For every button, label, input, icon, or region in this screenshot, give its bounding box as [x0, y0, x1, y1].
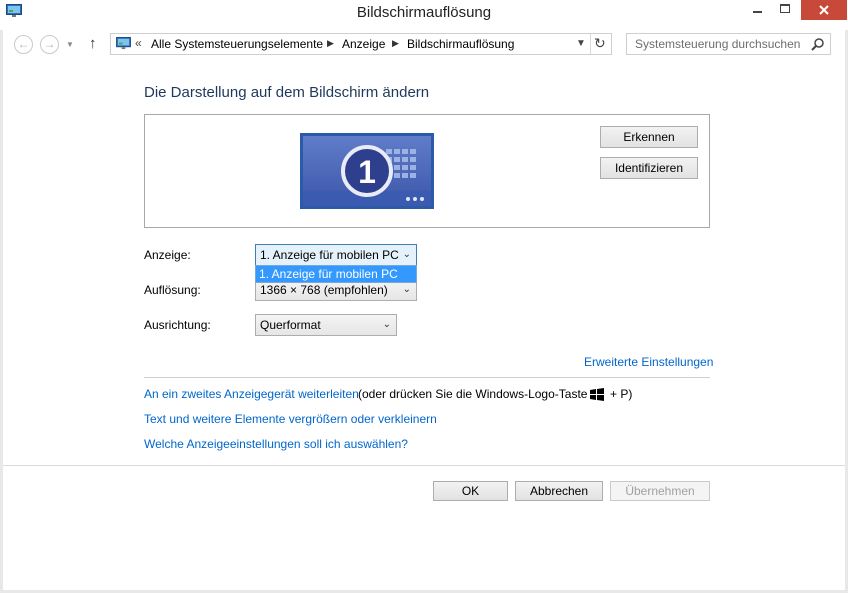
detect-button[interactable]: Erkennen — [600, 126, 698, 148]
orientation-select[interactable]: Querformat ⌄ — [255, 314, 397, 336]
window-title: Bildschirmauflösung — [356, 4, 492, 21]
breadcrumb-display[interactable]: Anzeige — [342, 37, 385, 51]
advanced-settings-link[interactable]: Erweiterte Einstellungen — [584, 355, 713, 369]
address-dropdown-icon[interactable]: ▼ — [576, 38, 586, 49]
window-frame-left — [0, 30, 3, 593]
display-select[interactable]: 1. Anzeige für mobilen PC ⌄ — [255, 244, 417, 266]
recent-locations-button[interactable]: ▼ — [66, 40, 74, 49]
second-display-hint-tail: + P) — [610, 387, 633, 401]
minimize-button[interactable] — [744, 0, 771, 20]
chevron-right-icon[interactable]: ▶ — [392, 38, 399, 49]
address-bar[interactable]: « Alle Systemsteuerungselemente ▶ Anzeig… — [110, 33, 612, 55]
control-panel-icon — [116, 37, 131, 50]
chevron-right-icon[interactable]: ▶ — [327, 38, 334, 49]
breadcrumb-all-items[interactable]: Alle Systemsteuerungselemente — [151, 37, 323, 51]
search-input[interactable]: Systemsteuerung durchsuchen — [626, 33, 831, 55]
arrow-up-icon: ↑ — [89, 35, 97, 52]
page-title: Die Darstellung auf dem Bildschirm änder… — [144, 84, 430, 101]
breadcrumb-overflow[interactable]: « — [135, 36, 142, 50]
display-label: Anzeige: — [144, 248, 191, 262]
which-settings-link[interactable]: Welche Anzeigeeinstellungen soll ich aus… — [144, 437, 408, 451]
resolution-select-value: 1366 × 768 (empfohlen) — [260, 283, 388, 297]
chevron-down-icon: ⌄ — [402, 249, 411, 260]
monitor-1-icon[interactable]: 1 — [300, 133, 434, 209]
up-button[interactable]: ↑ — [89, 35, 97, 52]
display-dropdown-list: 1. Anzeige für mobilen PC — [255, 265, 417, 283]
cancel-button[interactable]: Abbrechen — [515, 481, 603, 501]
forward-button[interactable]: → — [40, 35, 59, 54]
ok-button[interactable]: OK — [433, 481, 508, 501]
title-bar: Bildschirmauflösung — [0, 0, 848, 30]
breadcrumb-resolution[interactable]: Bildschirmauflösung — [407, 37, 514, 51]
windows-logo-icon — [590, 388, 604, 401]
refresh-icon[interactable]: ↻ — [594, 35, 606, 52]
second-display-link[interactable]: An ein zweites Anzeigegerät weiterleiten — [144, 387, 359, 401]
text-size-link[interactable]: Text und weitere Elemente vergrößern ode… — [144, 412, 437, 426]
chevron-down-icon: ⌄ — [382, 319, 391, 330]
chevron-down-icon: ▼ — [66, 40, 74, 49]
footer-divider — [3, 465, 845, 466]
identify-button[interactable]: Identifizieren — [600, 157, 698, 179]
close-button[interactable] — [801, 0, 847, 20]
arrow-right-icon: → — [43, 37, 56, 51]
search-icon[interactable] — [811, 37, 825, 51]
chevron-down-icon: ⌄ — [402, 284, 411, 295]
address-divider — [590, 34, 591, 54]
resolution-label: Auflösung: — [144, 283, 201, 297]
display-select-value: 1. Anzeige für mobilen PC — [260, 248, 399, 262]
search-placeholder: Systemsteuerung durchsuchen — [635, 37, 801, 51]
minimize-icon — [753, 11, 762, 13]
second-display-hint: (oder drücken Sie die Windows-Logo-Taste — [358, 387, 588, 401]
arrow-left-icon: ← — [17, 37, 30, 51]
divider — [144, 377, 710, 378]
maximize-icon — [780, 4, 790, 13]
monitor-number: 1 — [358, 154, 376, 190]
back-button[interactable]: ← — [14, 35, 33, 54]
display-preview-panel: 1 Erkennen Identifizieren — [144, 114, 710, 228]
orientation-label: Ausrichtung: — [144, 318, 211, 332]
display-option-1[interactable]: 1. Anzeige für mobilen PC — [259, 267, 398, 281]
maximize-button[interactable] — [772, 0, 799, 20]
close-icon — [819, 5, 829, 15]
orientation-select-value: Querformat — [260, 318, 321, 332]
apply-button[interactable]: Übernehmen — [610, 481, 710, 501]
